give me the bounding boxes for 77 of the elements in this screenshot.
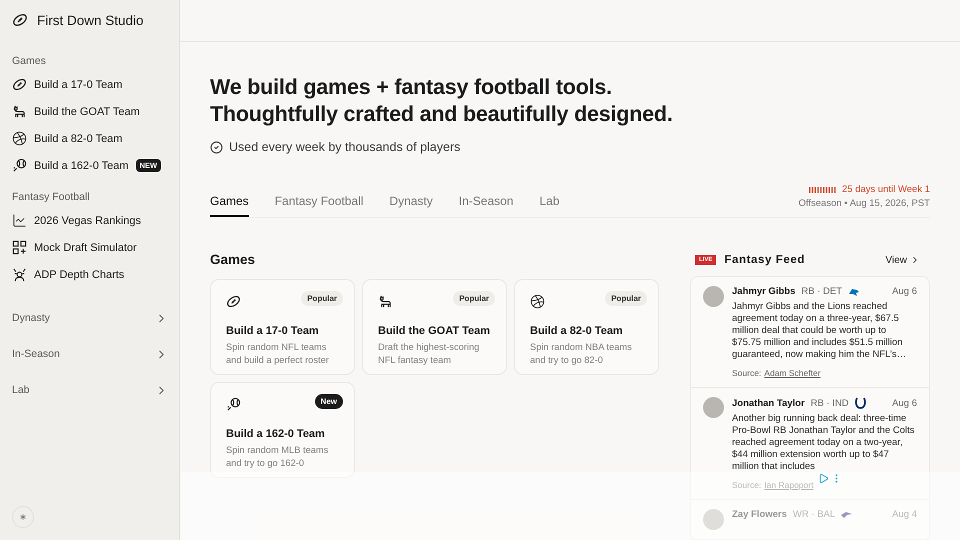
- player-position: RB · IND: [810, 398, 849, 408]
- post-date: Aug 4: [892, 509, 917, 520]
- headline: We build games + fantasy football tools. Thoughtfully crafted and beautifully designed.: [210, 74, 674, 128]
- card-description: Spin random NBA teams and try to go 82-0: [530, 341, 633, 366]
- card-title: Build a 17-0 Team: [226, 325, 320, 337]
- player-name: Jahmyr Gibbs: [732, 286, 796, 297]
- basketball-icon: [530, 294, 545, 309]
- section-label: Games: [12, 55, 47, 67]
- brand-name: First Down Studio: [37, 12, 144, 28]
- avatar: [703, 286, 724, 307]
- player-name: Zay Flowers: [732, 509, 787, 520]
- game-card[interactable]: Popular Build the GOAT Team Draft the highest-scoring NFL fantasy team: [362, 279, 507, 375]
- football-icon: [12, 77, 27, 92]
- horseshoe-icon: [854, 397, 866, 409]
- source-label: Source:: [732, 480, 762, 490]
- sidebar-section-toggle[interactable]: In-Season: [12, 336, 168, 372]
- view-link[interactable]: View: [886, 254, 920, 266]
- player-name: Jonathan Taylor: [732, 398, 805, 408]
- source-label: Source:: [732, 368, 762, 378]
- football-icon: [226, 294, 241, 309]
- check-circle-icon: [210, 140, 223, 154]
- popular-badge: Popular: [605, 291, 647, 306]
- asterisk-icon: [18, 512, 28, 522]
- card-title: Build a 82-0 Team: [530, 325, 624, 337]
- feed-title: Fantasy Feed: [724, 254, 806, 266]
- sidebar-item[interactable]: Build the GOAT Team: [12, 98, 167, 125]
- tab[interactable]: Dynasty: [389, 190, 433, 217]
- sidebar-item[interactable]: Build a 82-0 Team: [12, 125, 167, 152]
- game-card[interactable]: New Build a 162-0 Team Spin random MLB teams and try to go 162-0: [210, 382, 355, 478]
- sidebar-item[interactable]: 2026 Vegas Rankings: [12, 207, 167, 234]
- post-date: Aug 6: [892, 286, 917, 297]
- card-title: Build a 162-0 Team: [226, 428, 326, 440]
- avatar: [703, 397, 724, 418]
- basketball-icon: [12, 131, 27, 146]
- new-badge: New: [314, 394, 343, 409]
- post-text: Another big running back deal: three-time Pro-Bowl RB Jonathan Taylor and the Colts reached agreement today on a two-year, $44 million extension worth up to $47 million that includes: [732, 413, 916, 473]
- sidebar-item[interactable]: Mock Draft Simulator: [12, 234, 167, 261]
- avatar: [703, 509, 724, 530]
- card-description: Spin random NFL teams and build a perfect roster: [226, 341, 330, 366]
- post-date: Aug 6: [892, 398, 917, 408]
- popular-badge: Popular: [453, 291, 495, 306]
- tab[interactable]: Lab: [539, 190, 560, 217]
- game-card[interactable]: Popular Build a 82-0 Team Spin random NBA teams and try to go 82-0: [514, 279, 659, 375]
- season-date: Offseason • Aug 15, 2026, PST: [798, 198, 930, 209]
- tab[interactable]: Games: [210, 190, 249, 217]
- sidebar-item[interactable]: Build a 17-0 Team: [12, 71, 167, 98]
- sidebar-item[interactable]: ADP Depth Charts: [12, 261, 167, 288]
- play-icon[interactable]: [818, 473, 829, 484]
- player-position: WR · BAL: [792, 509, 836, 520]
- goat-icon: [378, 294, 393, 309]
- tab[interactable]: Fantasy Football: [274, 190, 364, 217]
- source-link[interactable]: Adam Schefter: [764, 368, 821, 378]
- tick-marks-icon: [808, 186, 837, 192]
- grid-plus-icon: [12, 240, 27, 255]
- sidebar-section-toggle[interactable]: Lab: [12, 372, 168, 408]
- tab[interactable]: In-Season: [458, 190, 514, 217]
- bird-icon: [841, 510, 852, 518]
- baseball-icon: [226, 397, 241, 412]
- lion-icon: [848, 286, 860, 296]
- section-label: Fantasy Football: [12, 191, 91, 203]
- football-logo-icon: [12, 12, 28, 28]
- baseball-icon: [12, 158, 27, 173]
- game-card[interactable]: Popular Build a 17-0 Team Spin random NFL teams and build a perfect roster: [210, 279, 355, 375]
- goat-icon: [12, 104, 27, 119]
- section-title: Games: [210, 252, 256, 267]
- post-text: Jahmyr Gibbs and the Lions reached agreement today on a three-year, $67.5 million deal that could be worth up to $75.75 million and includes $51.5 million guaranteed, now making him the NFL’s…: [732, 301, 908, 361]
- popular-badge: Popular: [301, 291, 343, 306]
- line-chart-icon: [12, 213, 27, 228]
- card-description: Spin random MLB teams and try to go 162-0: [226, 444, 330, 469]
- card-description: Draft the highest-scoring NFL fantasy team: [378, 341, 480, 366]
- crowd-icon: [12, 267, 27, 282]
- countdown-text: 25 days until Week 1: [842, 184, 930, 195]
- tagline: Used every week by thousands of players: [229, 140, 460, 154]
- player-position: RB · DET: [801, 286, 842, 297]
- card-title: Build the GOAT Team: [378, 325, 491, 337]
- settings-button[interactable]: [12, 506, 34, 528]
- sidebar-section-toggle[interactable]: Dynasty: [12, 300, 168, 336]
